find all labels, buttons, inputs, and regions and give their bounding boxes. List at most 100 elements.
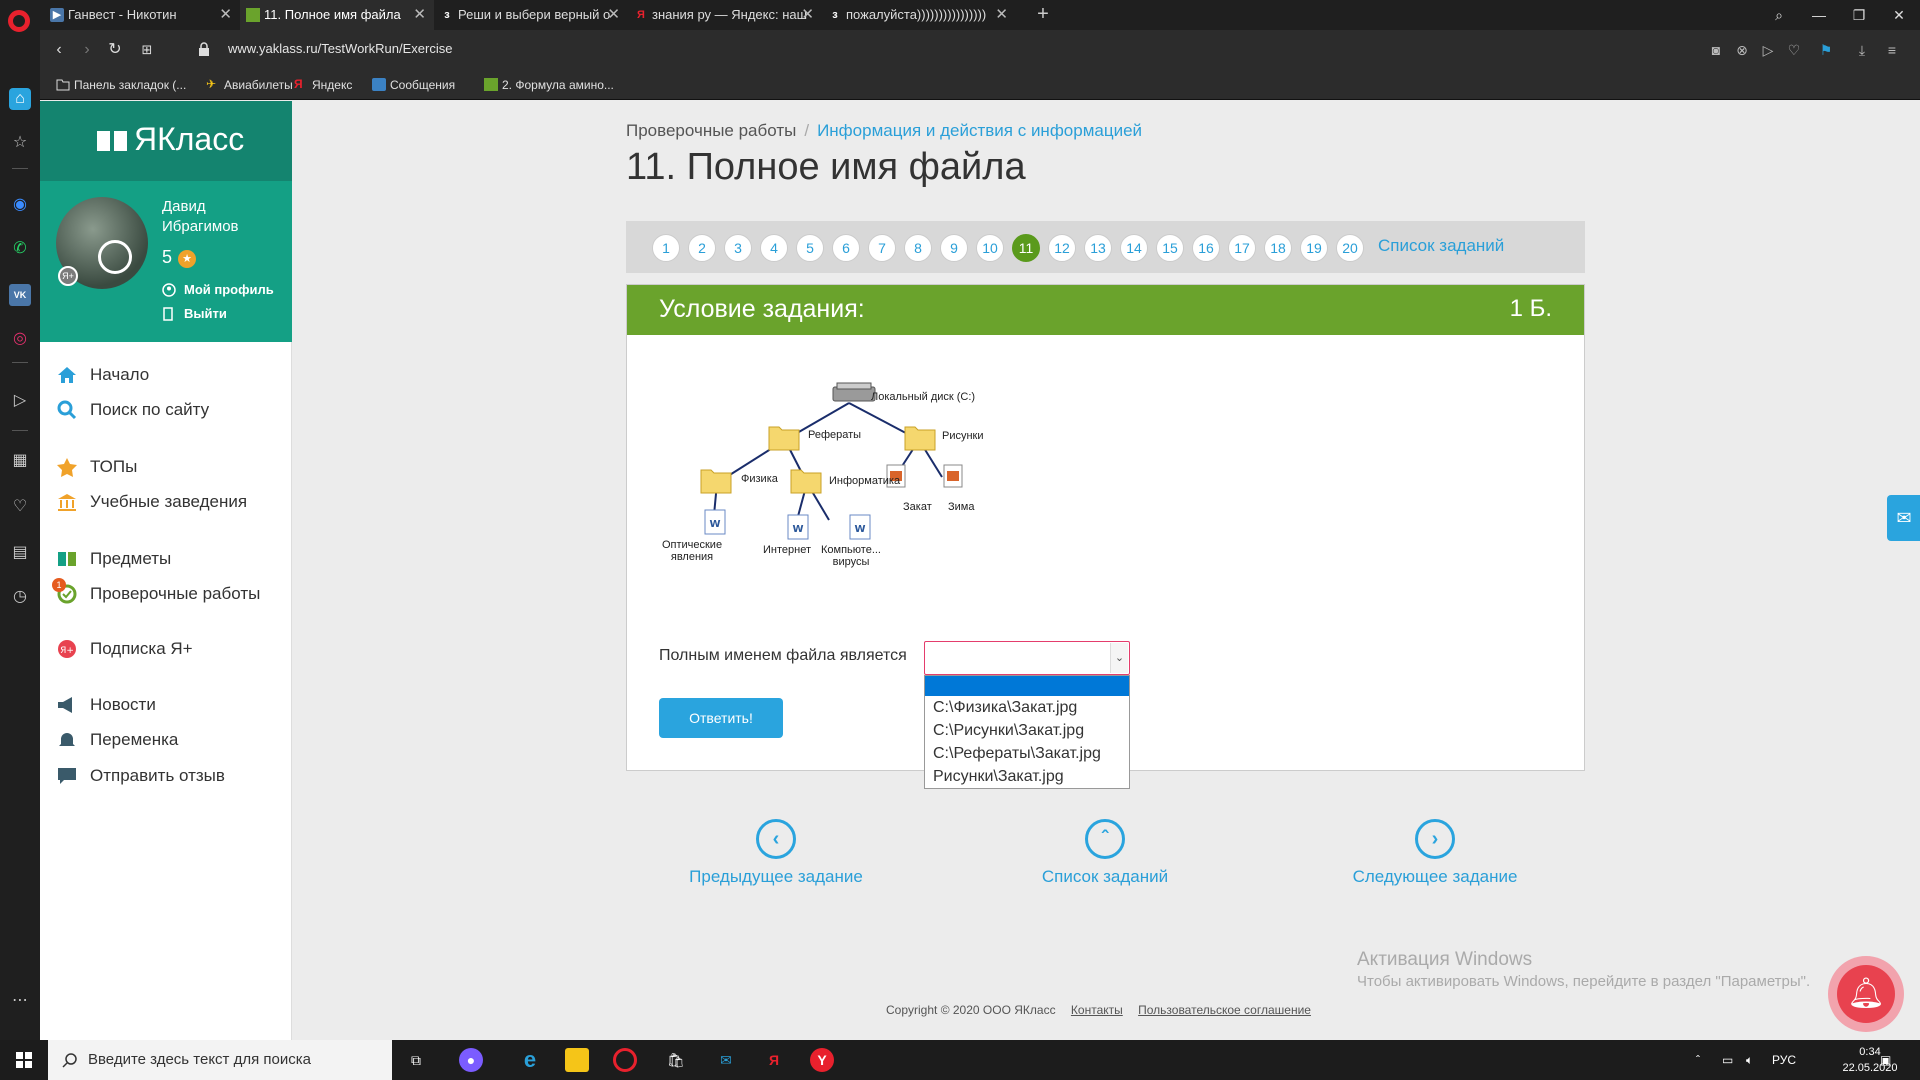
close-window-icon[interactable]: ✕ [1880,0,1918,30]
volume-icon[interactable]: 🔈︎ [1746,1040,1753,1080]
minimize-icon[interactable]: — [1800,0,1838,30]
opera-logo-icon[interactable] [8,10,30,32]
tabs-grid-icon[interactable]: ⊞ [136,39,158,61]
tab-2[interactable]: з Реши и выбери верный о ✕ [434,0,628,30]
windows-start-icon[interactable] [0,1040,48,1080]
vk-icon[interactable]: VK [9,284,31,306]
menu-news[interactable]: Новости [56,693,156,717]
menu-home[interactable]: Начало [56,363,149,387]
adblock-icon[interactable]: ⊗ [1732,40,1752,60]
language-indicator[interactable]: РУС [1772,1040,1796,1080]
logout-link[interactable]: Выйти [162,306,227,321]
page-number[interactable]: 10 [976,234,1004,262]
alice-icon[interactable]: ● [459,1048,483,1072]
yandex-browser-icon[interactable]: Y [810,1048,834,1072]
forward-arrow-icon[interactable]: › [76,39,98,61]
yaklass-logo[interactable]: ЯКласс [40,101,292,181]
vpn-flag-icon[interactable]: ⚑ [1816,40,1836,60]
close-tab-icon[interactable]: ✕ [607,0,620,30]
page-number[interactable]: 15 [1156,234,1184,262]
next-task-link[interactable]: › Следующее задание [1315,819,1555,887]
action-center-icon[interactable]: ▣ [1880,1040,1891,1080]
dropdown-option[interactable]: Рисунки\Закат.jpg [925,765,1129,788]
page-number[interactable]: 6 [832,234,860,262]
menu-feedback[interactable]: Отправить отзыв [56,764,225,788]
agreement-link[interactable]: Пользовательское соглашение [1138,1003,1311,1017]
menu-subjects[interactable]: Предметы [56,547,171,571]
taskbar-search-input[interactable]: Введите здесь текст для поиска [48,1040,392,1080]
close-tab-icon[interactable]: ✕ [801,0,814,30]
camera-icon[interactable]: ◙ [1706,40,1726,60]
heart-icon[interactable]: ♡ [9,496,31,518]
task-view-icon[interactable]: ⧉ [404,1048,428,1072]
send-icon[interactable]: ▷ [1758,40,1778,60]
history-clock-icon[interactable]: ◷ [9,586,31,608]
menu-subscription[interactable]: Я+ Подписка Я+ [56,637,193,661]
chevron-down-icon[interactable]: ⌄ [1110,643,1128,673]
mail-icon[interactable]: ✉ [714,1048,738,1072]
menu-tops[interactable]: ТОПы [56,455,137,479]
reload-icon[interactable]: ↻ [104,39,126,61]
new-tab-plus-icon[interactable]: + [1032,0,1054,30]
dropdown-option[interactable]: C:\Физика\Закат.jpg [925,696,1129,719]
bookmark-aviabilety[interactable]: ✈ Авиабилеты [204,70,293,100]
menu-break[interactable]: Переменка [56,728,178,752]
close-tab-icon[interactable]: ✕ [995,0,1008,30]
tab-3[interactable]: Я знания ру — Яндекс: наш ✕ [628,0,822,30]
restore-icon[interactable]: ❐ [1840,0,1878,30]
download-icon[interactable]: ⤓ [1852,40,1872,60]
contacts-link[interactable]: Контакты [1071,1003,1123,1017]
bookmark-panel[interactable]: Панель закладок (... [54,70,186,100]
menu-lines-icon[interactable]: ≡ [1882,40,1902,60]
page-number[interactable]: 13 [1084,234,1112,262]
bookmarks-star-icon[interactable]: ☆ [9,132,31,154]
page-number[interactable]: 12 [1048,234,1076,262]
network-icon[interactable]: ▭ [1722,1040,1733,1080]
dropdown-option-empty[interactable] [925,676,1129,696]
messenger-icon[interactable]: ◉ [9,194,31,216]
menu-search[interactable]: Поиск по сайту [56,398,209,422]
page-number[interactable]: 5 [796,234,824,262]
profile-link[interactable]: Мой профиль [162,282,274,297]
notification-bell-button[interactable]: 🔔︎ [1828,956,1904,1032]
file-explorer-icon[interactable] [565,1048,589,1072]
page-number[interactable]: 19 [1300,234,1328,262]
page-number[interactable]: 9 [940,234,968,262]
url-field[interactable]: www.yaklass.ru/TestWorkRun/Exercise [228,41,452,56]
home-icon[interactable]: ⌂ [9,88,31,110]
yandex-icon[interactable]: Я [762,1048,786,1072]
dropdown-option[interactable]: C:\Рефераты\Закат.jpg [925,742,1129,765]
answer-select[interactable]: ⌄ [924,641,1130,675]
more-dots-icon[interactable]: ⋯ [9,990,31,1012]
prev-task-link[interactable]: ‹ Предыдущее задание [656,819,896,887]
submit-answer-button[interactable]: Ответить! [659,698,783,738]
feedback-mail-icon[interactable]: ✉ [1887,495,1920,541]
opera-icon[interactable] [613,1048,637,1072]
page-number[interactable]: 11 [1012,234,1040,262]
speed-dial-icon[interactable]: ▦ [9,450,31,472]
close-tab-icon[interactable]: ✕ [413,0,426,30]
page-number[interactable]: 14 [1120,234,1148,262]
tab-4[interactable]: з пожалуйста)))))))))))))))) ✕ [822,0,1016,30]
bookmark-formula[interactable]: 2. Формула амино... [482,70,614,100]
page-number[interactable]: 2 [688,234,716,262]
page-number[interactable]: 16 [1192,234,1220,262]
search-tabs-icon[interactable]: ⌕ [1760,0,1798,30]
flow-send-icon[interactable]: ▷ [9,390,31,412]
page-number[interactable]: 3 [724,234,752,262]
edge-icon[interactable]: e [518,1048,542,1072]
store-icon[interactable]: 🛍︎ [664,1048,688,1072]
task-list-nav-link[interactable]: ˆ Список заданий [985,819,1225,887]
page-number[interactable]: 1 [652,234,680,262]
task-list-link[interactable]: Список заданий [1378,236,1504,256]
page-number[interactable]: 4 [760,234,788,262]
page-number[interactable]: 18 [1264,234,1292,262]
back-arrow-icon[interactable]: ‹ [48,39,70,61]
page-number[interactable]: 17 [1228,234,1256,262]
menu-tests[interactable]: 1 Проверочные работы [52,578,260,606]
breadcrumb-tests[interactable]: Проверочные работы [626,121,796,140]
tab-0[interactable]: ▶ Ганвест - Никотин ✕ [44,0,240,30]
page-number[interactable]: 20 [1336,234,1364,262]
news-icon[interactable]: ▤ [9,542,31,564]
page-number[interactable]: 8 [904,234,932,262]
